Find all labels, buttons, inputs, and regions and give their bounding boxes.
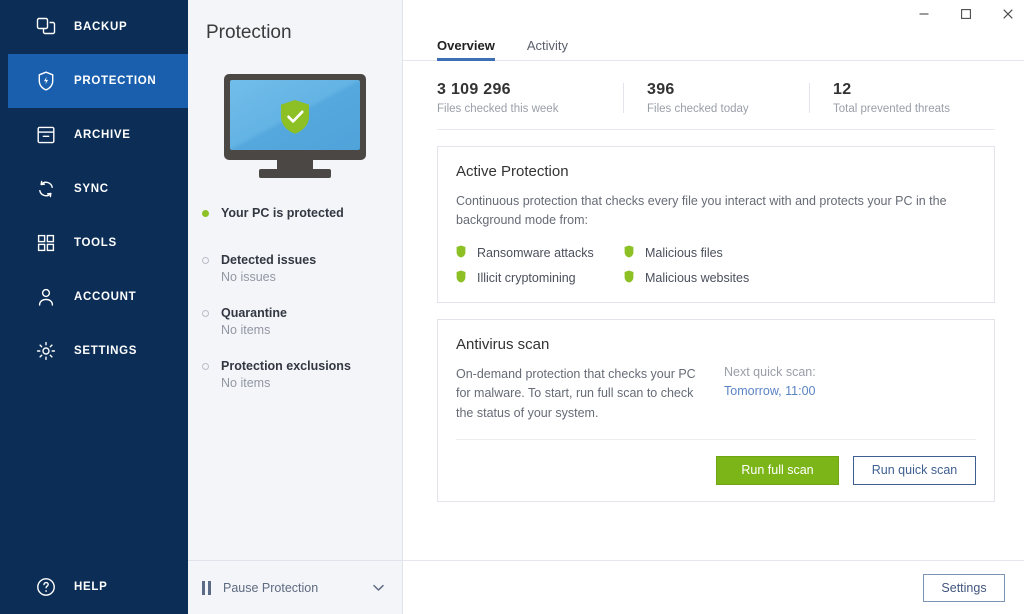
settings-button[interactable]: Settings	[923, 574, 1005, 602]
sidebar-nav: BACKUP PROTECTION	[8, 0, 188, 378]
green-shield-icon	[456, 270, 466, 286]
statistics-bar: 3 109 296 Files checked this week 396 Fi…	[437, 61, 995, 130]
protection-status-list: Your PC is protected Detected issues No …	[188, 186, 402, 412]
status-label: Quarantine	[221, 306, 287, 320]
status-dot-green	[202, 210, 209, 217]
status-dot-hollow	[202, 257, 209, 264]
sidebar-item-help[interactable]: HELP	[8, 560, 188, 614]
next-scan-info: Next quick scan: Tomorrow, 11:00	[706, 365, 816, 423]
protection-panel: Protection	[188, 0, 403, 614]
stat-label: Files checked this week	[437, 103, 599, 115]
sidebar-item-backup[interactable]: BACKUP	[8, 0, 188, 54]
monitor-with-shield-illustration	[188, 66, 402, 186]
card-title: Active Protection	[456, 163, 976, 180]
next-scan-value[interactable]: Tomorrow, 11:00	[724, 384, 816, 398]
sidebar-item-label: BACKUP	[74, 21, 127, 33]
content-footer: Settings	[403, 560, 1024, 614]
sidebar-item-protection[interactable]: PROTECTION	[8, 54, 188, 108]
card-title: Antivirus scan	[456, 336, 976, 353]
pause-protection-control[interactable]: Pause Protection	[188, 560, 402, 614]
pause-protection-label: Pause Protection	[223, 581, 373, 595]
protection-feature-list: Ransomware attacks Malicious files Illic…	[456, 245, 976, 286]
run-full-scan-button[interactable]: Run full scan	[716, 456, 839, 485]
stat-files-checked-week: 3 109 296 Files checked this week	[437, 81, 623, 115]
stat-value: 12	[833, 81, 971, 99]
sidebar-item-archive[interactable]: ARCHIVE	[8, 108, 188, 162]
tab-bar: Overview Activity	[403, 28, 1024, 61]
sidebar-item-label: ARCHIVE	[74, 129, 131, 141]
status-item-detected-issues[interactable]: Detected issues No issues	[202, 253, 402, 284]
sidebar-item-label: HELP	[74, 581, 107, 593]
pause-icon	[202, 581, 211, 595]
gear-icon	[34, 339, 58, 363]
stat-prevented-threats: 12 Total prevented threats	[809, 81, 995, 115]
feature-item: Malicious files	[624, 245, 976, 261]
chevron-down-icon[interactable]	[373, 581, 384, 595]
status-item-quarantine[interactable]: Quarantine No items	[202, 306, 402, 337]
run-quick-scan-button[interactable]: Run quick scan	[853, 456, 976, 485]
sidebar-item-settings[interactable]: SETTINGS	[8, 324, 188, 378]
stat-files-checked-today: 396 Files checked today	[623, 81, 809, 115]
sync-arrows-icon	[34, 177, 58, 201]
minimize-icon[interactable]	[903, 0, 945, 28]
status-label: Detected issues	[221, 253, 316, 267]
stat-value: 396	[647, 81, 785, 99]
question-circle-icon	[34, 575, 58, 599]
shield-bolt-icon	[34, 69, 58, 93]
stat-label: Total prevented threats	[833, 103, 971, 115]
sidebar-item-label: TOOLS	[74, 237, 117, 249]
person-icon	[34, 285, 58, 309]
window-titlebar	[403, 0, 1024, 28]
sidebar-item-label: SYNC	[74, 183, 109, 195]
sidebar: BACKUP PROTECTION	[0, 0, 188, 614]
feature-item: Illicit cryptomining	[456, 270, 624, 286]
status-label: Protection exclusions	[221, 359, 351, 373]
sidebar-spacer	[8, 378, 188, 560]
tab-activity[interactable]: Activity	[527, 38, 568, 60]
sidebar-item-sync[interactable]: SYNC	[8, 162, 188, 216]
sidebar-item-label: PROTECTION	[74, 75, 156, 87]
close-icon[interactable]	[987, 0, 1024, 28]
stat-value: 3 109 296	[437, 81, 599, 99]
status-label: Your PC is protected	[221, 206, 344, 220]
feature-label: Ransomware attacks	[477, 246, 594, 260]
archive-box-icon	[34, 123, 58, 147]
tab-overview[interactable]: Overview	[437, 38, 495, 60]
card-description: Continuous protection that checks every …	[456, 192, 976, 231]
status-item-pc-protected[interactable]: Your PC is protected	[202, 206, 402, 253]
antivirus-scan-card: Antivirus scan On-demand protection that…	[437, 319, 995, 502]
main-content: Overview Activity 3 109 296 Files checke…	[403, 0, 1024, 614]
application-window: BACKUP PROTECTION	[0, 0, 1024, 614]
next-scan-label: Next quick scan:	[724, 365, 816, 379]
page-title: Protection	[188, 0, 402, 44]
green-shield-icon	[624, 245, 634, 261]
card-divider	[456, 439, 976, 440]
green-shield-icon	[456, 245, 466, 261]
card-description: On-demand protection that checks your PC…	[456, 365, 706, 423]
sidebar-item-account[interactable]: ACCOUNT	[8, 270, 188, 324]
sidebar-item-label: SETTINGS	[74, 345, 137, 357]
status-value: No items	[221, 323, 402, 337]
status-value: No items	[221, 376, 402, 390]
status-item-protection-exclusions[interactable]: Protection exclusions No items	[202, 359, 402, 390]
feature-label: Malicious websites	[645, 271, 749, 285]
feature-label: Malicious files	[645, 246, 723, 260]
sidebar-item-tools[interactable]: TOOLS	[8, 216, 188, 270]
status-dot-hollow	[202, 310, 209, 317]
feature-item: Malicious websites	[624, 270, 976, 286]
backup-icon	[34, 15, 58, 39]
green-shield-icon	[624, 270, 634, 286]
status-dot-hollow	[202, 363, 209, 370]
grid-squares-icon	[34, 231, 58, 255]
stat-label: Files checked today	[647, 103, 785, 115]
status-value: No issues	[221, 270, 402, 284]
scan-actions: Run full scan Run quick scan	[456, 456, 976, 485]
sidebar-item-label: ACCOUNT	[74, 291, 136, 303]
feature-label: Illicit cryptomining	[477, 271, 576, 285]
maximize-icon[interactable]	[945, 0, 987, 28]
feature-item: Ransomware attacks	[456, 245, 624, 261]
active-protection-card: Active Protection Continuous protection …	[437, 146, 995, 303]
